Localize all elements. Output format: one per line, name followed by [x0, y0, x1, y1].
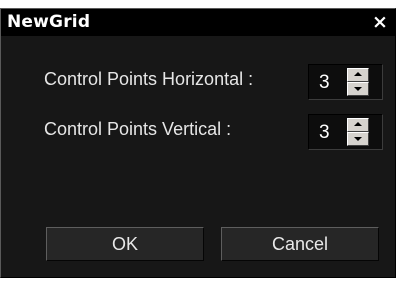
vertical-decrement-button[interactable] [347, 132, 369, 146]
horizontal-points-label: Control Points Horizontal : [44, 69, 254, 89]
arrow-up-icon [354, 72, 362, 76]
vertical-increment-button[interactable] [347, 118, 369, 132]
ok-button[interactable]: OK [46, 227, 204, 261]
close-icon[interactable]: × [371, 12, 389, 32]
vertical-points-value[interactable]: 3 [319, 122, 330, 144]
title-bar[interactable]: NewGrid × [1, 9, 395, 36]
vertical-points-spinner[interactable]: 3 [308, 114, 383, 150]
horizontal-points-value[interactable]: 3 [319, 72, 330, 94]
cancel-button[interactable]: Cancel [221, 227, 379, 261]
dialog-title: NewGrid [7, 12, 91, 32]
vertical-points-label: Control Points Vertical : [44, 119, 232, 139]
new-grid-dialog: NewGrid × Control Points Horizontal : 3 … [0, 8, 396, 278]
arrow-down-icon [354, 87, 362, 91]
horizontal-points-spinner[interactable]: 3 [308, 64, 383, 100]
arrow-down-icon [354, 137, 362, 141]
arrow-up-icon [354, 122, 362, 126]
horizontal-increment-button[interactable] [347, 68, 369, 82]
horizontal-decrement-button[interactable] [347, 82, 369, 96]
